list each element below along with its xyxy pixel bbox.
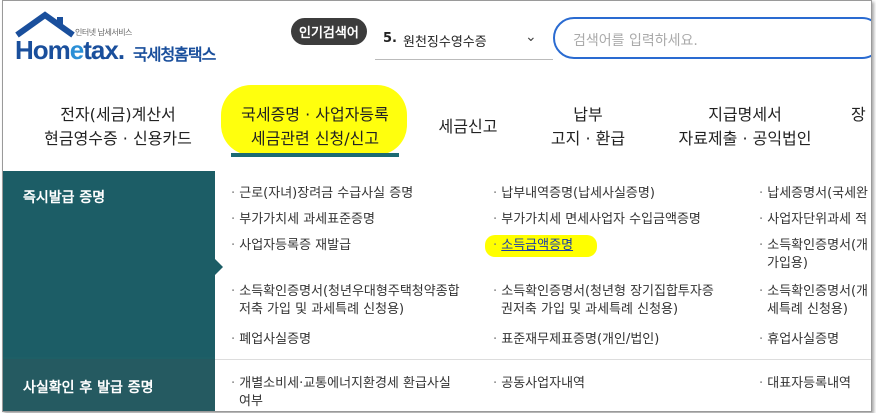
popular-search-dropdown[interactable]: 5. 원천징수영수증 ⌄ [375, 21, 553, 60]
menu-item[interactable]: · 납부내역증명(납세사실증명) [493, 185, 655, 203]
submenu-panel: 즉시발급 증명 사실확인 후 발급 증명 · 근로(자녀)장려금 수급사실 증명… [3, 171, 871, 411]
search-placeholder: 검색어를 입력하세요. [573, 33, 698, 49]
menu-item[interactable]: · 대표자등록내역 [759, 375, 851, 393]
nav-e-invoice-line2: 현금영수증 · 신용카드 [44, 129, 192, 148]
nav-payment-statement[interactable]: 지급명세서 자료제출 · 공익법인 [665, 103, 825, 151]
category-immediate[interactable]: 즉시발급 증명 [3, 171, 215, 357]
menu-item[interactable]: · 소득확인증명서(청년형 장기집합투자증 권저축 가입 및 과세특례 신청용) [493, 283, 714, 319]
nav-e-invoice-line1: 전자(세금)계산서 [60, 105, 176, 124]
nav-payment-line1: 납부 [573, 105, 603, 124]
search-input[interactable]: 검색어를 입력하세요. [553, 17, 871, 59]
menu-item[interactable]: · 사업자단위과세 적 [759, 211, 867, 229]
nav-payment-statement-line2: 자료제출 · 공익법인 [678, 129, 812, 148]
popular-rank: 5. [383, 31, 397, 46]
category-after-check-label: 사실확인 후 발급 증명 [23, 380, 154, 396]
category-after-check[interactable]: 사실확인 후 발급 증명 [3, 359, 215, 411]
chevron-down-icon[interactable]: ⌄ [525, 29, 537, 45]
menu-item[interactable]: · 부가가치세 과세표준증명 [231, 211, 375, 229]
nav-tax-filing[interactable]: 세금신고 [423, 115, 513, 139]
menu-item[interactable]: · 부가가치세 면세사업자 수입금액증명 [493, 211, 701, 229]
logo-text: Hometax. [15, 35, 125, 65]
active-tab-underline [231, 153, 399, 157]
logo-korean: 국세청홈택스 [133, 45, 216, 64]
active-category-arrow [215, 259, 223, 275]
nav-more-label: 장 [851, 105, 866, 124]
hometax-logo[interactable]: 인터넷 납세서비스 Hometax. 국세청홈택스 [11, 7, 226, 67]
popular-term[interactable]: 원천징수영수증 [403, 31, 487, 50]
menu-item[interactable]: · 폐업사실증명 [231, 331, 311, 349]
nav-payment-line2: 고지 · 환급 [550, 129, 626, 148]
menu-item[interactable]: · 개별소비세·교통에너지환경세 환급사실 여부 [231, 375, 451, 411]
menu-item[interactable]: · 사업자등록증 재발급 [231, 237, 351, 255]
popular-search-label: 인기검색어 [291, 18, 367, 45]
menu-item[interactable]: · 공동사업자내역 [493, 375, 585, 393]
menu-item[interactable]: · 납세증명서(국세완 [759, 185, 868, 203]
menu-item[interactable]: · 소득확인증명서(개 가입용) [759, 237, 868, 273]
nav-certificates-line1: 국세증명 · 사업자등록 [241, 105, 389, 124]
menu-item[interactable]: · 근로(자녀)장려금 수급사실 증명 [231, 185, 413, 203]
main-nav: 전자(세금)계산서 현금영수증 · 신용카드 국세증명 · 사업자등록 세금관련… [3, 97, 871, 163]
menu-item[interactable]: · 소득확인증명서(개 세특례 신청용) [759, 283, 868, 319]
category-immediate-label: 즉시발급 증명 [23, 190, 106, 206]
menu-item[interactable]: · 휴업사실증명 [759, 331, 839, 349]
menu-item[interactable]: · 표준재무제표증명(개인/법인) [493, 331, 659, 349]
nav-payment[interactable]: 납부 고지 · 환급 [533, 103, 643, 151]
nav-payment-statement-line1: 지급명세서 [708, 105, 782, 124]
section-divider [215, 359, 871, 360]
menu-item-income-amount[interactable]: · 소득금액증명 [493, 237, 573, 255]
nav-more[interactable]: 장 [851, 103, 871, 127]
nav-tax-filing-label: 세금신고 [438, 117, 498, 136]
nav-certificates-line2: 세금관련 신청/신고 [250, 129, 380, 148]
window: 인터넷 납세서비스 Hometax. 국세청홈택스 인기검색어 5. 원천징수영… [2, 0, 872, 412]
nav-e-invoice[interactable]: 전자(세금)계산서 현금영수증 · 신용카드 [33, 103, 203, 151]
nav-certificates[interactable]: 국세증명 · 사업자등록 세금관련 신청/신고 [225, 103, 405, 151]
menu-item[interactable]: · 소득확인증명서(청년우대형주택청약종합 저축 가입 및 과세특례 신청용) [231, 283, 460, 319]
category-column: 즉시발급 증명 사실확인 후 발급 증명 [3, 171, 215, 411]
